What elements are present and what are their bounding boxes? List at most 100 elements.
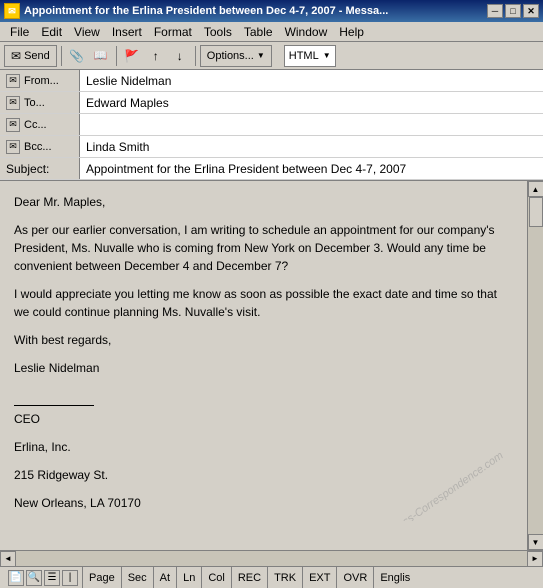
paragraph2: I would appreciate you letting me know a…	[14, 285, 513, 321]
scroll-track	[528, 197, 543, 534]
signature-separator	[14, 405, 94, 406]
toolbar-icon-2[interactable]: 📖	[90, 45, 112, 67]
scroll-up-button[interactable]: ▲	[528, 181, 543, 197]
from-row: ✉ From... Leslie Nidelman	[0, 70, 543, 92]
send-button[interactable]: ✉ Send	[4, 45, 57, 67]
options-arrow-icon: ▼	[257, 51, 265, 60]
from-icon: ✉	[6, 74, 20, 88]
to-icon: ✉	[6, 96, 20, 110]
body-content[interactable]: Dear Mr. Maples, As per our earlier conv…	[0, 181, 527, 521]
arrow-down-button[interactable]: ↓	[169, 45, 191, 67]
cc-label: ✉ Cc...	[0, 114, 80, 135]
status-sec: Sec	[122, 567, 154, 588]
html-label: HTML	[289, 50, 319, 62]
status-ovr: OVR	[337, 567, 374, 588]
status-icon-3[interactable]: ☰	[44, 570, 60, 586]
status-icons: 📄 🔍 ☰ |	[4, 567, 83, 588]
toolbar-sep-1	[61, 46, 62, 66]
maximize-button[interactable]: □	[505, 4, 521, 18]
h-scroll-track	[16, 551, 527, 566]
vertical-scrollbar[interactable]: ▲ ▼	[527, 181, 543, 550]
cc-row: ✉ Cc...	[0, 114, 543, 136]
subject-value[interactable]: Appointment for the Erlina President bet…	[80, 162, 543, 176]
toolbar-sep-2	[116, 46, 117, 66]
status-ln: Ln	[177, 567, 202, 588]
toolbar-sep-3	[195, 46, 196, 66]
from-label: ✉ From...	[0, 70, 80, 91]
scroll-thumb[interactable]	[529, 197, 543, 227]
scroll-left-button[interactable]: ◄	[0, 551, 16, 567]
sig-address1: 215 Ridgeway St.	[14, 466, 513, 484]
status-language: Englis	[374, 567, 416, 588]
subject-label: Subject:	[0, 158, 80, 179]
options-label: Options...	[207, 50, 254, 62]
title-bar-left: ✉ Appointment for the Erlina President b…	[4, 3, 388, 19]
status-icon-1[interactable]: 📄	[8, 570, 24, 586]
arrow-up-icon: ↑	[153, 49, 159, 63]
menu-window[interactable]: Window	[279, 23, 334, 41]
sig-address2: New Orleans, LA 70170	[14, 494, 513, 512]
header-fields: ✉ From... Leslie Nidelman ✉ To... Edward…	[0, 70, 543, 181]
app-window: ✉ Appointment for the Erlina President b…	[0, 0, 543, 588]
send-label: Send	[24, 50, 50, 62]
menu-view[interactable]: View	[68, 23, 106, 41]
bcc-row: ✉ Bcc... Linda Smith	[0, 136, 543, 158]
status-at: At	[154, 567, 177, 588]
from-value[interactable]: Leslie Nidelman	[80, 70, 543, 91]
menu-tools[interactable]: Tools	[198, 23, 238, 41]
app-icon: ✉	[4, 3, 20, 19]
status-trk: TRK	[268, 567, 303, 588]
title-bar: ✉ Appointment for the Erlina President b…	[0, 0, 543, 22]
subject-row: Subject: Appointment for the Erlina Pres…	[0, 158, 543, 180]
options-button[interactable]: Options... ▼	[200, 45, 272, 67]
sig-title: CEO	[14, 410, 513, 428]
arrow-down-icon: ↓	[177, 49, 183, 63]
closing: With best regards,	[14, 331, 513, 349]
cc-value[interactable]	[80, 114, 543, 135]
flag-button[interactable]: 🚩	[121, 45, 143, 67]
content-area: Dear Mr. Maples, As per our earlier conv…	[0, 181, 543, 550]
status-page: Page	[83, 567, 122, 588]
menu-file[interactable]: File	[4, 23, 35, 41]
bcc-label: ✉ Bcc...	[0, 136, 80, 157]
to-value[interactable]: Edward Maples	[80, 92, 543, 113]
status-rec: REC	[232, 567, 268, 588]
bcc-icon: ✉	[6, 140, 20, 154]
window-title: Appointment for the Erlina President bet…	[24, 5, 388, 17]
menu-format[interactable]: Format	[148, 23, 198, 41]
scroll-down-button[interactable]: ▼	[528, 534, 543, 550]
menu-edit[interactable]: Edit	[35, 23, 68, 41]
status-ext: EXT	[303, 567, 337, 588]
sender-name: Leslie Nidelman	[14, 359, 513, 377]
menu-table[interactable]: Table	[238, 23, 279, 41]
greeting: Dear Mr. Maples,	[14, 193, 513, 211]
email-body-wrapper: Dear Mr. Maples, As per our earlier conv…	[0, 181, 527, 550]
paperclip-button[interactable]: 📎	[66, 45, 88, 67]
html-dropdown[interactable]: HTML ▼	[284, 45, 336, 67]
title-controls: ─ □ ✕	[487, 4, 539, 18]
paperclip-icon: 📎	[69, 49, 84, 63]
flag-icon: 🚩	[124, 49, 139, 63]
scroll-right-button[interactable]: ►	[527, 551, 543, 567]
status-bar: 📄 🔍 ☰ | Page Sec At Ln Col REC TRK EXT	[0, 566, 543, 588]
bcc-value[interactable]: Linda Smith	[80, 136, 543, 157]
status-icon-2[interactable]: 🔍	[26, 570, 42, 586]
send-icon: ✉	[11, 49, 21, 63]
menu-insert[interactable]: Insert	[106, 23, 148, 41]
close-button[interactable]: ✕	[523, 4, 539, 18]
arrow-up-button[interactable]: ↑	[145, 45, 167, 67]
horizontal-scrollbar[interactable]: ◄ ►	[0, 550, 543, 566]
to-row: ✉ To... Edward Maples	[0, 92, 543, 114]
toolbar: ✉ Send 📎 📖 🚩 ↑ ↓ Options... ▼ HTML ▼	[0, 42, 543, 70]
status-icon-4[interactable]: |	[62, 570, 78, 586]
menu-bar: File Edit View Insert Format Tools Table…	[0, 22, 543, 42]
cc-icon: ✉	[6, 118, 20, 132]
sig-company: Erlina, Inc.	[14, 438, 513, 456]
menu-help[interactable]: Help	[333, 23, 370, 41]
html-dropdown-arrow-icon: ▼	[323, 51, 331, 60]
address-icon: 📖	[94, 49, 108, 62]
status-col: Col	[202, 567, 232, 588]
minimize-button[interactable]: ─	[487, 4, 503, 18]
to-label: ✉ To...	[0, 92, 80, 113]
paragraph1: As per our earlier conversation, I am wr…	[14, 221, 513, 275]
